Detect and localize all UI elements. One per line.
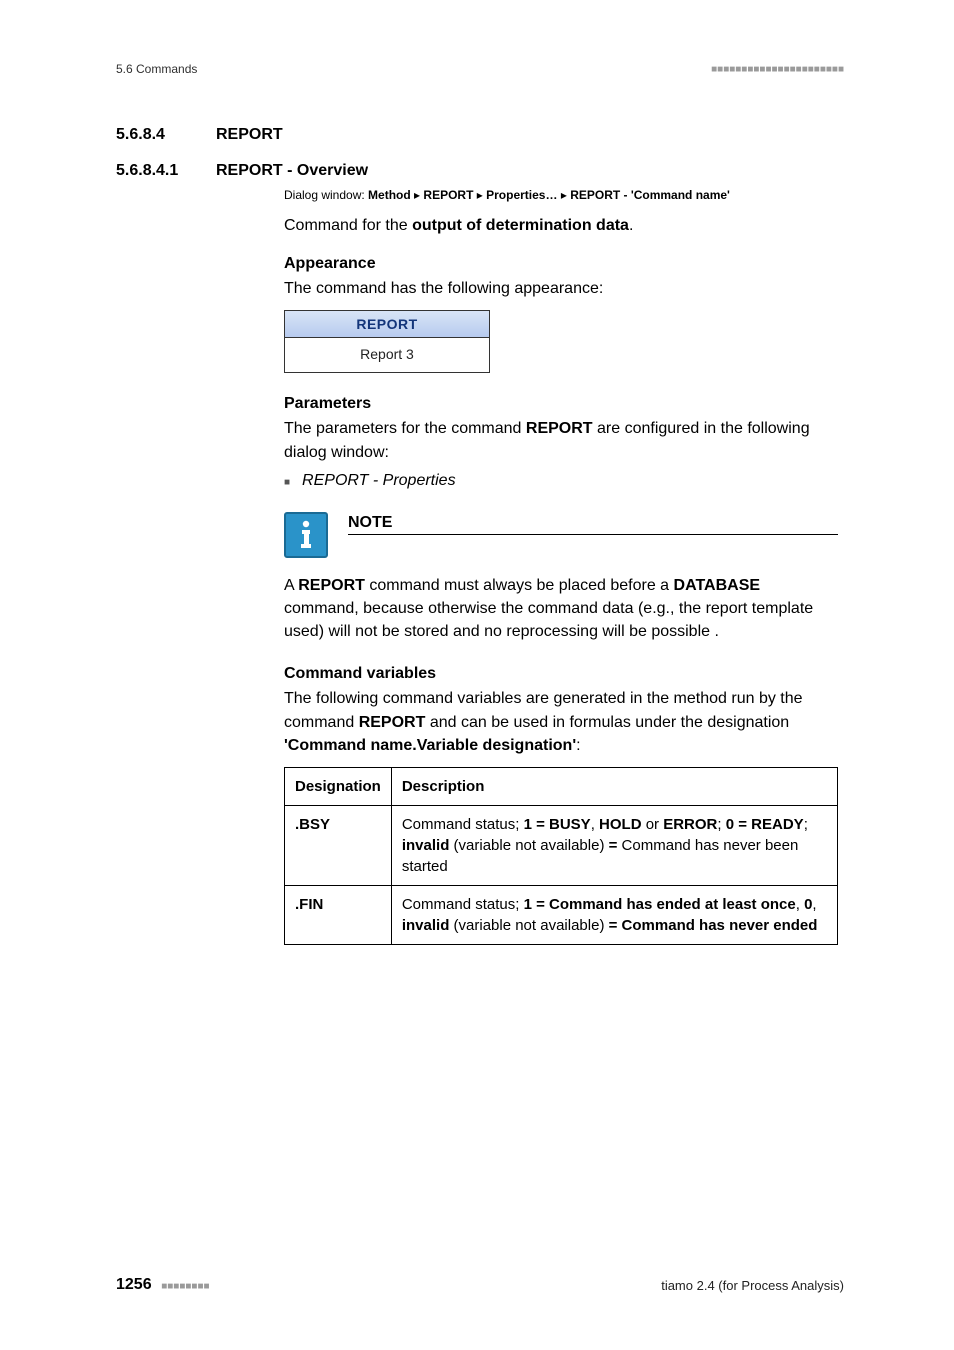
dialog-sep: ▸ bbox=[411, 188, 424, 202]
text: command must always be placed before a bbox=[365, 577, 674, 594]
dialog-sep: ▸ bbox=[557, 188, 570, 202]
subheading-parameters: Parameters bbox=[284, 395, 838, 413]
text: or bbox=[642, 816, 664, 833]
text: Command status; bbox=[402, 896, 524, 913]
text: ; bbox=[717, 816, 725, 833]
text-bold: REPORT bbox=[359, 714, 426, 731]
footer-ornament: ■■■■■■■■ bbox=[161, 1281, 209, 1292]
list-item-text: REPORT - Properties bbox=[302, 472, 456, 494]
heading-title: REPORT bbox=[216, 126, 283, 144]
dialog-sep: ▸ bbox=[473, 188, 486, 202]
heading-title: REPORT - Overview bbox=[216, 162, 368, 180]
heading-number: 5.6.8.4 bbox=[116, 126, 192, 144]
subheading-command-variables: Command variables bbox=[284, 665, 838, 683]
dialog-path: Dialog window: Method ▸ REPORT ▸ Propert… bbox=[284, 188, 838, 202]
text: : bbox=[576, 737, 580, 754]
report-command-preview: REPORT Report 3 bbox=[284, 310, 490, 373]
dialog-part: Method bbox=[368, 188, 411, 202]
text-bold: DATABASE bbox=[674, 577, 761, 594]
text-bold: 'Command name.Variable designation' bbox=[284, 737, 576, 754]
cell-designation: .FIN bbox=[285, 885, 392, 944]
text-bold: HOLD bbox=[599, 816, 642, 833]
header-ornament: ■■■■■■■■■■■■■■■■■■■■■■ bbox=[711, 64, 844, 75]
footer-product: tiamo 2.4 (for Process Analysis) bbox=[661, 1278, 844, 1293]
table-row: .BSY Command status; 1 = BUSY, HOLD or E… bbox=[285, 805, 838, 885]
table-row: .FIN Command status; 1 = Command has end… bbox=[285, 885, 838, 944]
cell-description: Command status; 1 = BUSY, HOLD or ERROR;… bbox=[391, 805, 837, 885]
text: ; bbox=[804, 816, 808, 833]
text: Command for the bbox=[284, 217, 412, 234]
dialog-prefix: Dialog window: bbox=[284, 188, 368, 202]
note-title-wrap: NOTE bbox=[348, 512, 838, 535]
dialog-part: REPORT - 'Command name' bbox=[570, 188, 730, 202]
text-bold: 0 = READY bbox=[726, 816, 804, 833]
command-variables-text: The following command variables are gene… bbox=[284, 687, 838, 757]
content-column: Dialog window: Method ▸ REPORT ▸ Propert… bbox=[284, 188, 838, 945]
bullet-icon: ■ bbox=[284, 472, 290, 494]
text-bold: output of determination data bbox=[412, 217, 629, 234]
col-description: Description bbox=[391, 767, 837, 805]
info-icon bbox=[284, 512, 328, 558]
page-footer: 1256 ■■■■■■■■ tiamo 2.4 (for Process Ana… bbox=[116, 1276, 844, 1294]
page: 5.6 Commands ■■■■■■■■■■■■■■■■■■■■■■ 5.6.… bbox=[0, 0, 954, 1350]
heading-level-5: 5.6.8.4.1 REPORT - Overview bbox=[116, 162, 844, 180]
parameters-text: The parameters for the command REPORT ar… bbox=[284, 417, 838, 463]
text-bold: ERROR bbox=[663, 816, 717, 833]
heading-level-4: 5.6.8.4 REPORT bbox=[116, 126, 844, 144]
table-header-row: Designation Description bbox=[285, 767, 838, 805]
dialog-part: REPORT bbox=[423, 188, 473, 202]
text: , bbox=[591, 816, 599, 833]
text-bold: 1 = BUSY bbox=[524, 816, 591, 833]
text: (variable not available) bbox=[449, 837, 608, 854]
text: Command status; bbox=[402, 816, 524, 833]
note-body: A REPORT command must always be placed b… bbox=[284, 574, 838, 644]
report-preview-header: REPORT bbox=[285, 311, 489, 337]
text: The parameters for the command bbox=[284, 420, 526, 437]
footer-left: 1256 ■■■■■■■■ bbox=[116, 1276, 210, 1294]
parameters-list: ■ REPORT - Properties bbox=[284, 472, 838, 494]
text-bold: REPORT bbox=[526, 420, 593, 437]
text-bold: = Command has never ended bbox=[609, 917, 818, 934]
appearance-text: The command has the following appearance… bbox=[284, 277, 838, 300]
subheading-appearance: Appearance bbox=[284, 255, 838, 273]
heading-number: 5.6.8.4.1 bbox=[116, 162, 192, 180]
note-callout: NOTE A REPORT command must always be pla… bbox=[284, 512, 838, 644]
report-preview-body: Report 3 bbox=[285, 337, 489, 372]
note-header: NOTE bbox=[284, 512, 838, 558]
text: and can be used in formulas under the de… bbox=[425, 714, 789, 731]
text-bold: REPORT bbox=[298, 577, 365, 594]
text: (variable not available) bbox=[449, 917, 608, 934]
cell-designation: .BSY bbox=[285, 805, 392, 885]
text-bold: invalid bbox=[402, 917, 450, 934]
cell-description: Command status; 1 = Command has ended at… bbox=[391, 885, 837, 944]
command-variables-table: Designation Description .BSY Command sta… bbox=[284, 767, 838, 945]
intro-text: Command for the output of determination … bbox=[284, 214, 838, 237]
header-section-path: 5.6 Commands bbox=[116, 62, 197, 76]
dialog-part: Properties… bbox=[486, 188, 557, 202]
text: . bbox=[629, 217, 633, 234]
page-number: 1256 bbox=[116, 1276, 152, 1293]
text: A bbox=[284, 577, 298, 594]
text-bold: 1 = Command has ended at least once bbox=[524, 896, 796, 913]
text: command, because otherwise the command d… bbox=[284, 600, 813, 640]
note-title: NOTE bbox=[348, 514, 838, 535]
col-designation: Designation bbox=[285, 767, 392, 805]
text: , bbox=[796, 896, 804, 913]
text: , bbox=[812, 896, 816, 913]
running-header: 5.6 Commands ■■■■■■■■■■■■■■■■■■■■■■ bbox=[116, 62, 844, 76]
text-bold: invalid bbox=[402, 837, 450, 854]
list-item: ■ REPORT - Properties bbox=[284, 472, 838, 494]
